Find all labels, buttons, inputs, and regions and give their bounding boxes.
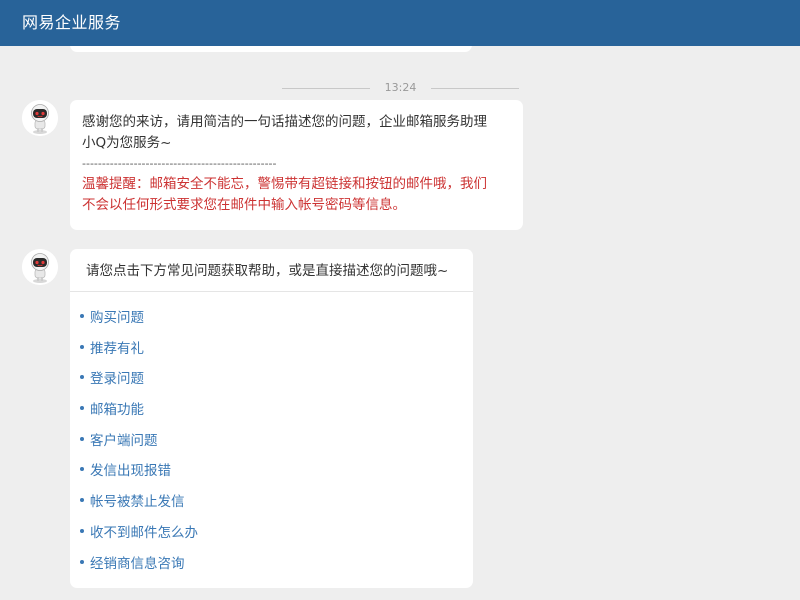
faq-item-client[interactable]: 客户端问题 bbox=[80, 430, 198, 461]
robot-avatar-icon bbox=[22, 249, 58, 285]
faq-item-label[interactable]: 客户端问题 bbox=[90, 433, 158, 449]
faq-item-label[interactable]: 经销商信息咨询 bbox=[90, 556, 185, 572]
faq-item-label[interactable]: 登录问题 bbox=[90, 371, 144, 387]
faq-item-referral[interactable]: 推荐有礼 bbox=[80, 338, 198, 369]
bullet-icon bbox=[80, 406, 84, 411]
bullet-icon bbox=[80, 314, 84, 318]
faq-message-bubble: 请您点击下方常见问题获取帮助，或是直接描述您的问题哦~ 购买问题 推荐有礼 登录… bbox=[70, 249, 473, 588]
faq-item-dealer-info[interactable]: 经销商信息咨询 bbox=[80, 553, 198, 584]
faq-item-label[interactable]: 发信出现报错 bbox=[90, 463, 171, 479]
bullet-icon bbox=[80, 559, 84, 564]
bullet-icon bbox=[80, 375, 84, 380]
bullet-icon bbox=[80, 436, 84, 441]
chat-window: 网易企业服务 13:24 感谢您的来访，请用简洁的一句话描述您的问题，企业邮箱服… bbox=[0, 0, 800, 600]
faq-list: 购买问题 推荐有礼 登录问题 邮箱功能 客户端问题 发信出现报错 帐号被禁止发信… bbox=[80, 307, 198, 583]
bullet-icon bbox=[80, 528, 84, 533]
previous-message-bubble bbox=[70, 46, 472, 52]
header-bar: 网易企业服务 bbox=[0, 0, 800, 46]
faq-item-label[interactable]: 邮箱功能 bbox=[90, 402, 144, 418]
faq-item-send-error[interactable]: 发信出现报错 bbox=[80, 460, 198, 491]
message-divider: ----------------------------------------… bbox=[82, 157, 277, 170]
faq-item-account-blocked[interactable]: 帐号被禁止发信 bbox=[80, 491, 198, 522]
timestamp-line-left bbox=[282, 88, 370, 89]
faq-item-label[interactable]: 购买问题 bbox=[90, 310, 144, 326]
timestamp-line-right bbox=[431, 88, 519, 89]
header-title: 网易企业服务 bbox=[22, 13, 122, 32]
faq-item-label[interactable]: 帐号被禁止发信 bbox=[90, 494, 185, 510]
welcome-line: 感谢您的来访，请用简洁的一句话描述您的问题，企业邮箱服务助理 bbox=[82, 114, 487, 130]
timestamp-divider: 13:24 bbox=[0, 80, 800, 96]
faq-separator bbox=[70, 291, 473, 292]
bullet-icon bbox=[80, 498, 84, 503]
bullet-icon bbox=[80, 344, 84, 349]
faq-item-login[interactable]: 登录问题 bbox=[80, 368, 198, 399]
faq-item-not-receiving[interactable]: 收不到邮件怎么办 bbox=[80, 522, 198, 553]
faq-item-purchase[interactable]: 购买问题 bbox=[80, 307, 198, 338]
faq-prompt: 请您点击下方常见问题获取帮助，或是直接描述您的问题哦~ bbox=[86, 263, 449, 279]
faq-item-label[interactable]: 收不到邮件怎么办 bbox=[90, 525, 198, 541]
security-warning-line: 不会以任何形式要求您在邮件中输入帐号密码等信息。 bbox=[82, 197, 406, 213]
robot-avatar-icon bbox=[22, 100, 58, 136]
faq-item-label[interactable]: 推荐有礼 bbox=[90, 341, 144, 357]
bullet-icon bbox=[80, 467, 84, 472]
chat-area[interactable]: 13:24 感谢您的来访，请用简洁的一句话描述您的问题，企业邮箱服务助理 小Q为… bbox=[0, 46, 800, 600]
welcome-line: 小Q为您服务~ bbox=[82, 135, 172, 151]
timestamp: 13:24 bbox=[384, 81, 417, 94]
faq-item-mailbox-features[interactable]: 邮箱功能 bbox=[80, 399, 198, 430]
security-warning-line: 温馨提醒：邮箱安全不能忘，警惕带有超链接和按钮的邮件哦，我们 bbox=[82, 176, 487, 192]
welcome-message-bubble: 感谢您的来访，请用简洁的一句话描述您的问题，企业邮箱服务助理 小Q为您服务~ -… bbox=[70, 100, 523, 230]
